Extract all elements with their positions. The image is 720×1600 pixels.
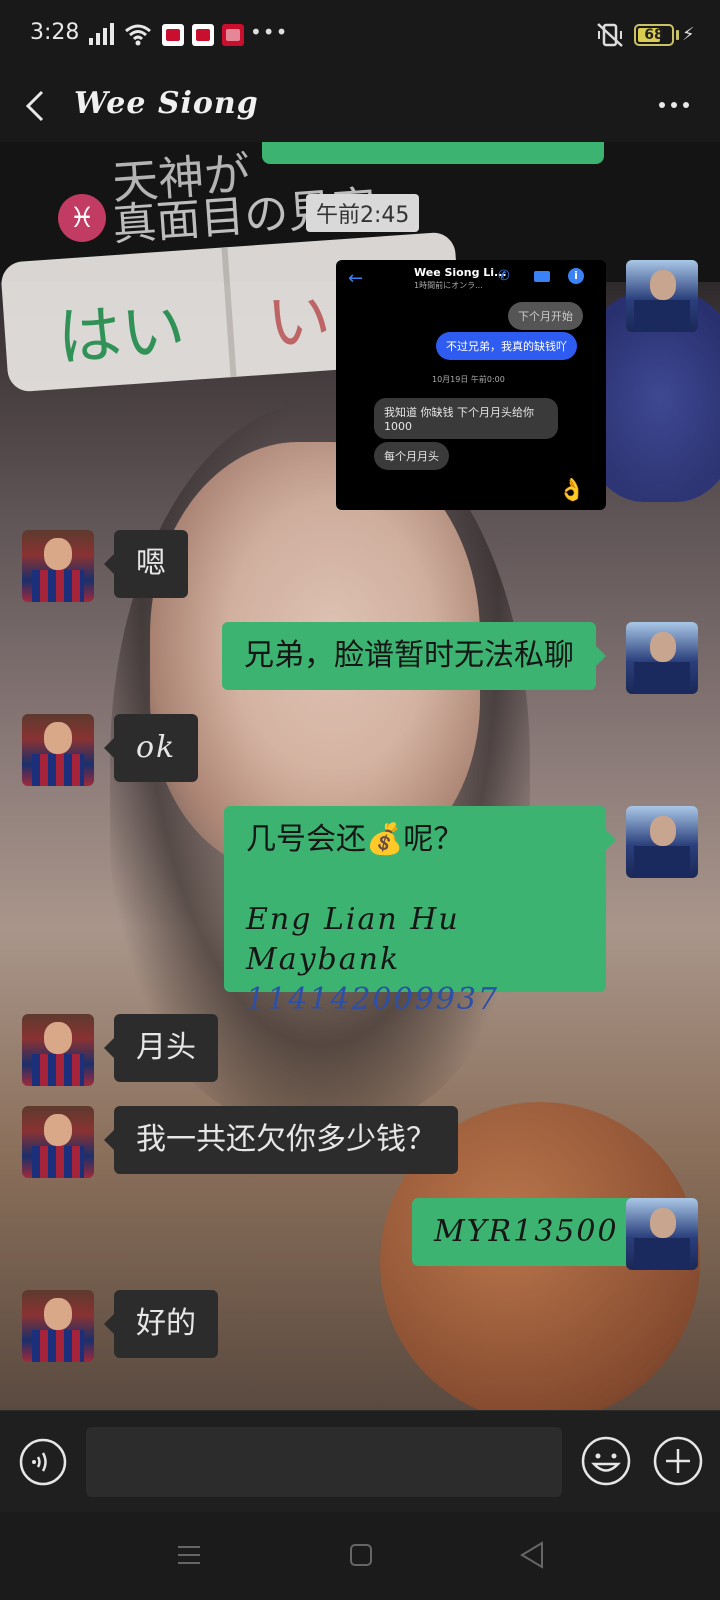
more-options-icon[interactable] bbox=[654, 90, 694, 120]
ok-hand-icon: 👌 bbox=[558, 478, 586, 503]
back-icon[interactable] bbox=[22, 84, 52, 128]
battery-tip bbox=[676, 30, 679, 40]
status-time: 3:28 bbox=[30, 20, 80, 45]
recent-apps-icon[interactable] bbox=[176, 1542, 202, 1568]
contact-avatar[interactable] bbox=[22, 714, 94, 786]
screenshot-video-icon bbox=[534, 271, 550, 282]
screenshot-message: 我知道 你缺钱 下个月月头给你 1000 bbox=[374, 398, 558, 439]
newspaper-app-icon bbox=[192, 24, 214, 46]
screenshot-message-line: 1000 bbox=[384, 420, 412, 433]
my-avatar[interactable] bbox=[626, 622, 698, 694]
nav-back-icon[interactable] bbox=[518, 1540, 546, 1570]
incoming-message[interactable]: 嗯 bbox=[104, 530, 188, 598]
account-number[interactable]: 114142009937 bbox=[246, 982, 499, 1017]
contact-avatar[interactable] bbox=[22, 1106, 94, 1178]
pisces-icon: ♓ bbox=[58, 194, 106, 242]
news-app-icon bbox=[162, 24, 184, 46]
battery-level: 68 bbox=[644, 27, 664, 43]
input-bar bbox=[0, 1410, 720, 1512]
screenshot-message-line: 我知道 你缺钱 下个月月头给你 bbox=[384, 406, 534, 419]
system-nav-bar bbox=[0, 1512, 720, 1600]
screenshot-message: 下个月开始 bbox=[508, 302, 583, 330]
message-timestamp: 午前2:45 bbox=[306, 194, 420, 232]
plus-icon[interactable] bbox=[652, 1435, 704, 1487]
charging-icon: ⚡ bbox=[682, 24, 695, 45]
screenshot-phone-icon: ✆ bbox=[498, 268, 510, 284]
bank-line: Maybank 114142009937 bbox=[246, 940, 584, 1020]
screenshot-contact-name: Wee Siong Li... bbox=[414, 266, 507, 279]
my-avatar[interactable] bbox=[626, 806, 698, 878]
signal-icon bbox=[89, 23, 114, 45]
battery-icon: 68 bbox=[634, 24, 674, 46]
screenshot-date: 10月19日 午前0:00 bbox=[432, 375, 505, 384]
contact-avatar[interactable] bbox=[22, 1014, 94, 1086]
contact-avatar[interactable] bbox=[22, 530, 94, 602]
partial-message-bubble[interactable] bbox=[262, 142, 604, 164]
contact-avatar[interactable] bbox=[22, 1290, 94, 1362]
screenshot-info-icon: i bbox=[568, 268, 584, 284]
message-line: 几号会还💰呢？ bbox=[246, 822, 464, 857]
wallpaper-divider bbox=[221, 247, 237, 378]
incoming-message[interactable]: 好的 bbox=[104, 1290, 218, 1358]
chat-header: Wee Siong bbox=[0, 70, 720, 142]
screenshot-message: 每个月月头 bbox=[374, 442, 449, 470]
incoming-message[interactable]: 月头 bbox=[104, 1014, 218, 1082]
outgoing-message[interactable]: MYR13500 bbox=[412, 1198, 651, 1266]
more-notifications-icon: ••• bbox=[250, 20, 289, 44]
incoming-message[interactable]: 我一共还欠你多少钱？ bbox=[104, 1106, 458, 1174]
wallpaper-yes: はい bbox=[54, 293, 188, 377]
vibrate-mute-icon bbox=[597, 23, 623, 47]
account-name: Eng Lian Hu bbox=[246, 902, 460, 937]
emoji-icon[interactable] bbox=[580, 1435, 632, 1487]
screenshot-message: 不过兄弟，我真的缺钱吖 bbox=[436, 332, 577, 360]
wifi-icon bbox=[125, 24, 151, 46]
screenshot-back-icon: ← bbox=[348, 268, 364, 289]
message-input[interactable] bbox=[86, 1427, 562, 1497]
outgoing-message[interactable]: 几号会还💰呢？ Eng Lian Hu Maybank 114142009937 bbox=[224, 806, 616, 1017]
chat-area[interactable]: 天神が 真面目の見実 ♓ はい いい 午前2:45 ← Wee Siong Li… bbox=[0, 142, 720, 1410]
outgoing-message[interactable]: 兄弟，脸谱暂时无法私聊 bbox=[222, 622, 606, 690]
bank-name: Maybank bbox=[246, 942, 401, 977]
screenshot-contact-status: 1時間前にオンラ... bbox=[414, 281, 483, 290]
my-avatar[interactable] bbox=[626, 260, 698, 332]
screenshot-image-message[interactable]: ← Wee Siong Li... 1時間前にオンラ... ✆ i 下个月开始 … bbox=[336, 260, 606, 510]
home-icon[interactable] bbox=[348, 1542, 374, 1568]
incoming-message[interactable]: ok bbox=[103, 714, 199, 782]
media-app-icon bbox=[222, 24, 244, 46]
status-bar: 3:28 ••• 68 ⚡ bbox=[0, 0, 720, 70]
chat-title: Wee Siong bbox=[74, 86, 259, 121]
my-avatar[interactable] bbox=[626, 1198, 698, 1270]
voice-input-icon[interactable] bbox=[18, 1437, 68, 1487]
